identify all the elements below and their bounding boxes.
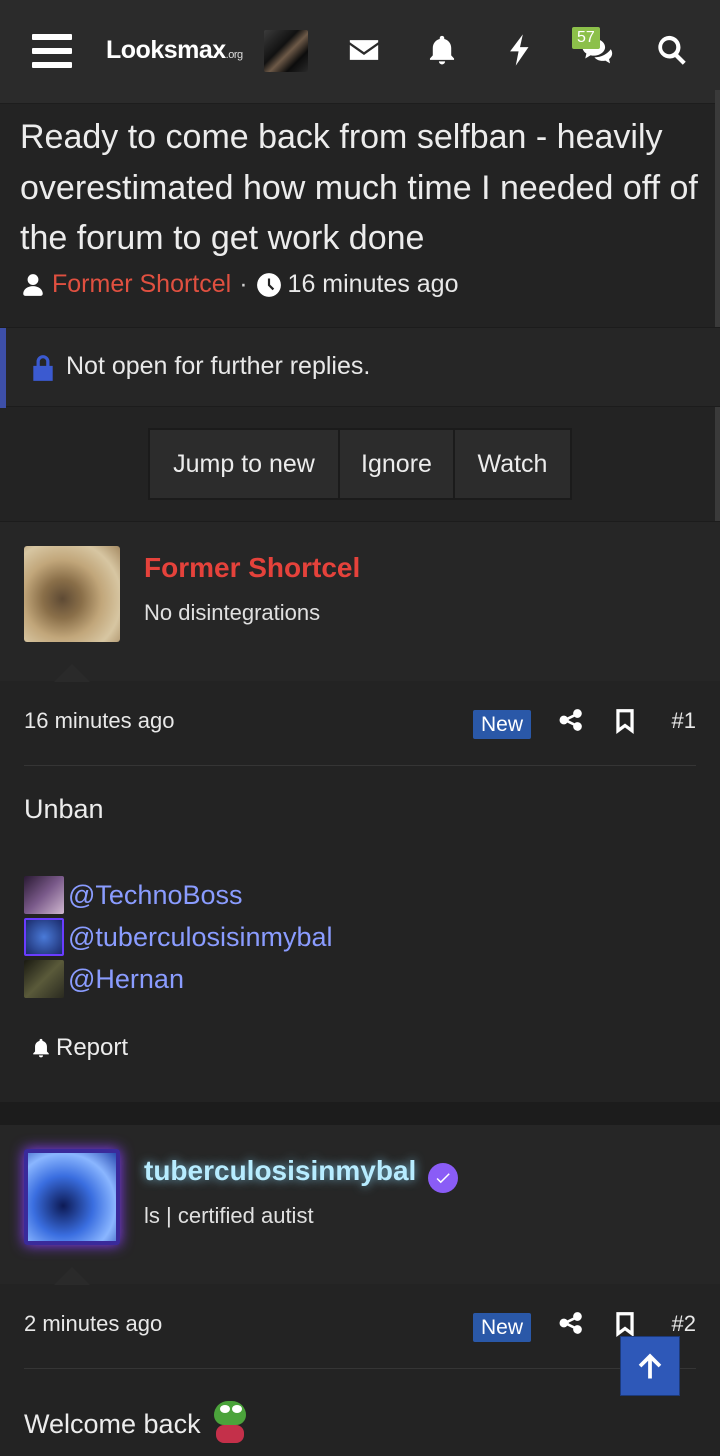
top-navigation-bar: Looksmax.org 57	[0, 0, 720, 104]
post-1-new-badge: New	[473, 710, 532, 739]
mention-avatar	[24, 918, 64, 956]
post-2-body: 2 minutes ago New #2 Welcome back	[0, 1285, 720, 1456]
mention-avatar	[24, 876, 64, 914]
thread-title: Ready to come back from selfban - heavil…	[20, 118, 698, 257]
report-button[interactable]: Report	[30, 1034, 128, 1062]
share-icon[interactable]	[558, 707, 584, 733]
post-1-user-title: No disintegrations	[144, 600, 321, 625]
jump-to-new-button[interactable]: Jump to new	[150, 430, 340, 498]
pepe-emoji-icon	[212, 1401, 248, 1443]
user-avatar-nav[interactable]	[264, 30, 308, 72]
mention-text[interactable]: @tuberculosisinmybal	[68, 922, 333, 953]
search-icon[interactable]	[652, 30, 692, 70]
check-icon	[436, 1173, 450, 1184]
share-icon[interactable]	[558, 1310, 584, 1336]
thread-time[interactable]: 16 minutes ago	[288, 270, 459, 299]
post-1-body: 16 minutes ago New #1 Unban @TechnoBoss …	[0, 682, 720, 1101]
post-2-username[interactable]: tuberculosisinmybal	[144, 1155, 416, 1187]
post-1-time[interactable]: 16 minutes ago	[24, 708, 174, 734]
post-2-header-arrow	[54, 1267, 90, 1285]
thread-author-link[interactable]: Former Shortcel	[52, 270, 231, 299]
post-2-message: Welcome back	[24, 1409, 201, 1439]
menu-icon[interactable]	[32, 34, 72, 68]
meta-separator: ·	[239, 270, 248, 298]
post-2-number[interactable]: #2	[672, 1311, 696, 1337]
lock-icon	[33, 355, 53, 381]
post-1-header-arrow	[54, 664, 90, 682]
post-1-avatar[interactable]	[24, 546, 120, 642]
scrollbar[interactable]	[715, 90, 720, 550]
post-2-user-title: ls | certified autist	[144, 1203, 314, 1228]
locked-notice-text: Not open for further replies.	[66, 352, 371, 380]
post-1-meta: 16 minutes ago New #1	[24, 682, 696, 766]
post-1-message: Unban	[24, 794, 104, 824]
bell-report-icon	[33, 1038, 49, 1058]
bookmark-icon[interactable]	[614, 708, 636, 734]
post-2-message-line: Welcome back	[24, 1401, 248, 1443]
thread-meta: Former Shortcel · 16 minutes ago	[20, 270, 459, 299]
mention-text[interactable]: @TechnoBoss	[68, 880, 243, 911]
scroll-to-top-button[interactable]	[620, 1336, 680, 1396]
envelope-icon[interactable]	[344, 30, 384, 70]
verified-badge	[428, 1163, 458, 1193]
watch-button[interactable]: Watch	[455, 430, 570, 498]
post-1-number[interactable]: #1	[672, 708, 696, 734]
user-icon	[23, 273, 43, 296]
thread-action-buttons: Jump to new Ignore Watch	[148, 428, 572, 500]
post-2-new-badge: New	[473, 1313, 532, 1342]
mention-text[interactable]: @Hernan	[68, 964, 184, 995]
mention-hernan[interactable]: @Hernan	[24, 960, 184, 998]
mention-technoboss[interactable]: @TechnoBoss	[24, 876, 243, 914]
bolt-icon[interactable]	[500, 30, 540, 70]
site-logo[interactable]: Looksmax.org	[106, 36, 243, 65]
arrow-up-icon	[638, 1353, 662, 1379]
locked-notice: Not open for further replies.	[0, 327, 720, 408]
post-1-username[interactable]: Former Shortcel	[144, 552, 360, 584]
ignore-button[interactable]: Ignore	[340, 430, 455, 498]
mention-avatar	[24, 960, 64, 998]
clock-icon	[256, 272, 281, 297]
notice-accent-bar	[0, 328, 6, 408]
post-2-time[interactable]: 2 minutes ago	[24, 1311, 162, 1337]
bell-icon[interactable]	[422, 30, 462, 70]
post-divider	[0, 1102, 720, 1124]
post-1-user-header: Former Shortcel No disintegrations	[0, 521, 720, 682]
post-2-avatar[interactable]	[24, 1149, 120, 1245]
post-2-meta: 2 minutes ago New #2	[24, 1285, 696, 1369]
logo-suffix: .org	[225, 49, 243, 61]
mention-tuberculosisinmybal[interactable]: @tuberculosisinmybal	[24, 918, 333, 956]
report-label: Report	[56, 1034, 129, 1061]
logo-text: Looksmax	[106, 36, 226, 64]
bookmark-icon[interactable]	[614, 1311, 636, 1337]
post-2-user-header: tuberculosisinmybal ls | certified autis…	[0, 1124, 720, 1285]
chat-count-badge: 57	[572, 27, 600, 49]
